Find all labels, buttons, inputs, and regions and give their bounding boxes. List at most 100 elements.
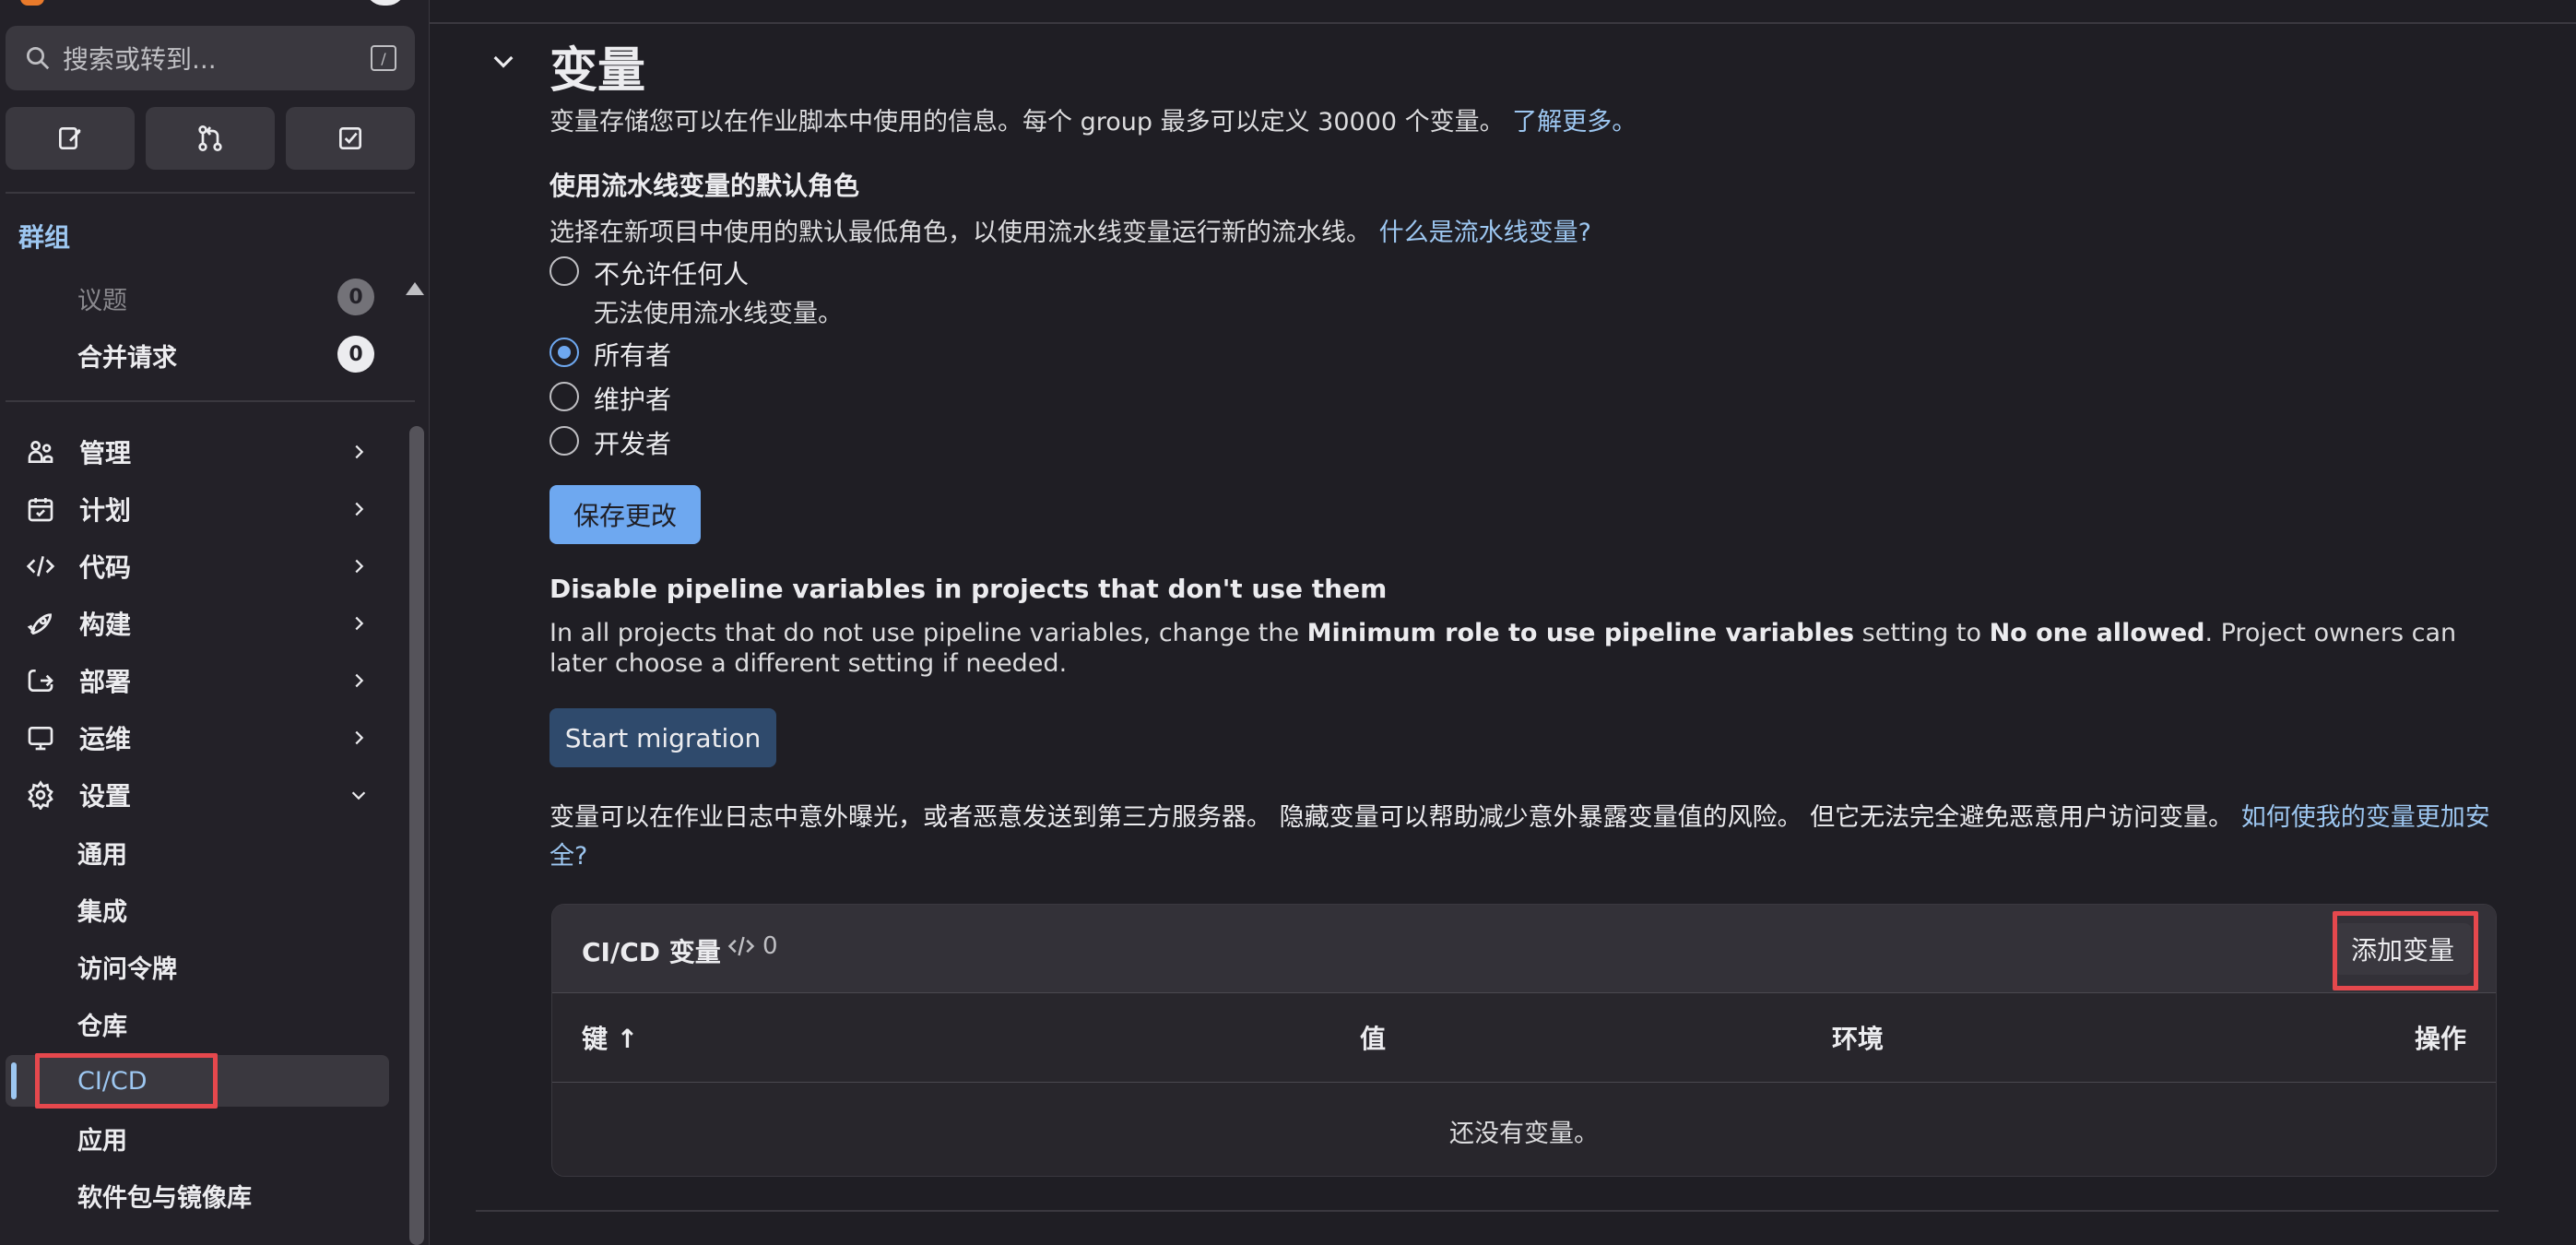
gitlab-logo[interactable] bbox=[20, 0, 44, 6]
sidebar-item-operate[interactable]: 运维 bbox=[6, 712, 389, 764]
column-header-value: 值 bbox=[1360, 1024, 1387, 1054]
sidebar-divider bbox=[6, 192, 415, 194]
sidebar-item-settings[interactable]: 设置 bbox=[6, 769, 389, 821]
section-divider bbox=[476, 1210, 2499, 1212]
save-changes-button[interactable]: 保存更改 bbox=[549, 485, 701, 544]
sidebar-item-label: 运维 bbox=[79, 724, 132, 754]
avatar[interactable] bbox=[365, 0, 406, 6]
sidebar-item-packages-registries[interactable]: 软件包与镜像库 bbox=[6, 1169, 389, 1221]
issues-count-badge: 0 bbox=[337, 279, 374, 315]
merge-requests-count-badge: 0 bbox=[337, 336, 374, 373]
sidebar-item-access-tokens[interactable]: 访问令牌 bbox=[6, 941, 389, 992]
column-header-actions: 操作 bbox=[2414, 1024, 2466, 1054]
disable-desc-bold: No one allowed bbox=[1989, 619, 2205, 647]
sidebar-item-code[interactable]: 代码 bbox=[6, 540, 389, 592]
chevron-right-icon bbox=[355, 616, 364, 631]
cicd-highlight-box bbox=[35, 1053, 218, 1109]
column-header-environment: 环境 bbox=[1832, 1024, 1885, 1054]
radio-help-no-one: 无法使用流水线变量。 bbox=[594, 300, 843, 328]
radio-label-maintainer[interactable]: 维护者 bbox=[594, 380, 671, 417]
intro-description: 变量存储您可以在作业脚本中使用的信息。每个 group 最多可以定义 30000… bbox=[549, 108, 1505, 136]
column-header-key[interactable]: 键 ↑ bbox=[582, 1019, 638, 1056]
intro-text: 变量存储您可以在作业脚本中使用的信息。每个 group 最多可以定义 30000… bbox=[549, 101, 1637, 137]
sidebar-scrollbar[interactable] bbox=[409, 426, 424, 1245]
sidebar-item-build[interactable]: 构建 bbox=[6, 598, 389, 649]
sidebar-item-label: 设置 bbox=[79, 781, 132, 812]
search-input[interactable]: 搜索或转到... / bbox=[6, 26, 415, 90]
radio-label-owner[interactable]: 所有者 bbox=[594, 336, 671, 373]
sidebar-item-general[interactable]: 通用 bbox=[6, 826, 389, 878]
learn-more-link[interactable]: 了解更多。 bbox=[1512, 108, 1637, 136]
sidebar-item-label: 管理 bbox=[79, 438, 132, 468]
start-migration-button[interactable]: Start migration bbox=[549, 708, 776, 767]
card-header: CI/CD 变量 0 添加变量 bbox=[552, 905, 2496, 993]
radio-label-developer[interactable]: 开发者 bbox=[594, 424, 671, 461]
chevron-right-icon bbox=[355, 502, 364, 516]
radio-developer[interactable] bbox=[549, 426, 579, 456]
empty-state-text: 还没有变量。 bbox=[1449, 1120, 1599, 1148]
sidebar-item-repository[interactable]: 仓库 bbox=[6, 998, 389, 1049]
variables-count: 0 bbox=[727, 932, 778, 960]
security-description: 变量可以在作业日志中意外曝光，或者恶意发送到第三方服务器。 隐藏变量可以帮助减少… bbox=[549, 803, 2234, 832]
disable-description: In all projects that do not use pipeline… bbox=[549, 618, 2504, 679]
calendar-icon bbox=[28, 498, 53, 522]
search-shortcut: / bbox=[371, 45, 396, 71]
scroll-up-arrow[interactable] bbox=[406, 282, 424, 295]
code-icon bbox=[727, 936, 755, 956]
merge-requests-shortcut-button[interactable] bbox=[146, 107, 275, 170]
security-text: 变量可以在作业日志中意外曝光，或者恶意发送到第三方服务器。 隐藏变量可以帮助减少… bbox=[549, 799, 2504, 876]
users-icon bbox=[28, 441, 53, 463]
disable-desc-bold: Minimum role to use pipeline variables bbox=[1306, 619, 1855, 647]
default-role-heading: 使用流水线变量的默认角色 bbox=[549, 171, 860, 201]
sidebar-item-label: 部署 bbox=[79, 667, 132, 697]
chevron-right-icon bbox=[355, 559, 364, 574]
quick-actions bbox=[6, 107, 415, 170]
sidebar-item-deploy[interactable]: 部署 bbox=[6, 655, 389, 706]
search-icon bbox=[27, 47, 50, 70]
issues-icon bbox=[59, 127, 81, 149]
sidebar: 搜索或转到... / 群组 议题 0 合并请求 0 管理 计划 代码 构建 部署… bbox=[0, 0, 430, 1245]
card-title: CI/CD 变量 bbox=[582, 937, 721, 967]
monitor-icon bbox=[28, 727, 53, 751]
radio-label-no-one[interactable]: 不允许任何人 bbox=[594, 255, 749, 291]
group-title[interactable]: 群组 bbox=[18, 218, 70, 255]
search-placeholder: 搜索或转到... bbox=[63, 44, 217, 75]
merge-request-icon bbox=[198, 125, 222, 151]
chevron-right-icon bbox=[355, 673, 364, 688]
disable-heading: Disable pipeline variables in projects t… bbox=[549, 574, 1388, 604]
code-icon bbox=[26, 556, 55, 576]
section-divider bbox=[430, 22, 2576, 24]
todo-icon bbox=[339, 127, 361, 149]
cicd-variables-card: CI/CD 变量 0 添加变量 键 ↑ 值 环境 操作 还没有变量。 bbox=[551, 904, 2497, 1177]
sidebar-item-label: 计划 bbox=[79, 495, 132, 526]
sidebar-item-applications[interactable]: 应用 bbox=[6, 1112, 389, 1164]
pipeline-variables-link[interactable]: 什么是流水线变量? bbox=[1379, 219, 1591, 247]
radio-no-one[interactable] bbox=[549, 256, 579, 286]
page-title: 变量 bbox=[549, 43, 646, 99]
sidebar-divider bbox=[6, 400, 415, 402]
active-indicator bbox=[11, 1062, 17, 1099]
variables-count-value: 0 bbox=[762, 932, 778, 960]
disable-desc-part: In all projects that do not use pipeline… bbox=[549, 619, 1307, 647]
sidebar-item-merge-requests[interactable]: 合并请求 bbox=[77, 338, 177, 374]
sidebar-item-issues[interactable]: 议题 bbox=[77, 280, 127, 316]
sidebar-item-label: 构建 bbox=[79, 610, 132, 640]
deploy-icon bbox=[28, 670, 53, 692]
default-role-description: 选择在新项目中使用的默认最低角色，以使用流水线变量运行新的流水线。 什么是流水线… bbox=[549, 212, 1591, 248]
radio-owner[interactable] bbox=[549, 338, 579, 367]
sidebar-item-manage[interactable]: 管理 bbox=[6, 426, 389, 478]
radio-maintainer[interactable] bbox=[549, 382, 579, 411]
add-variable-highlight-box bbox=[2333, 911, 2478, 990]
default-role-desc-text: 选择在新项目中使用的默认最低角色，以使用流水线变量运行新的流水线。 bbox=[549, 219, 1371, 247]
table-divider bbox=[552, 1082, 2496, 1083]
chevron-right-icon bbox=[355, 730, 364, 745]
sidebar-item-plan[interactable]: 计划 bbox=[6, 483, 389, 535]
chevron-down-icon[interactable] bbox=[489, 46, 518, 76]
todo-shortcut-button[interactable] bbox=[286, 107, 415, 170]
disable-desc-part: setting to bbox=[1854, 619, 1990, 647]
chevron-down-icon bbox=[351, 791, 366, 800]
chevron-right-icon bbox=[355, 445, 364, 459]
sidebar-item-integrations[interactable]: 集成 bbox=[6, 883, 389, 935]
sidebar-item-label: 代码 bbox=[79, 552, 132, 583]
issues-shortcut-button[interactable] bbox=[6, 107, 135, 170]
